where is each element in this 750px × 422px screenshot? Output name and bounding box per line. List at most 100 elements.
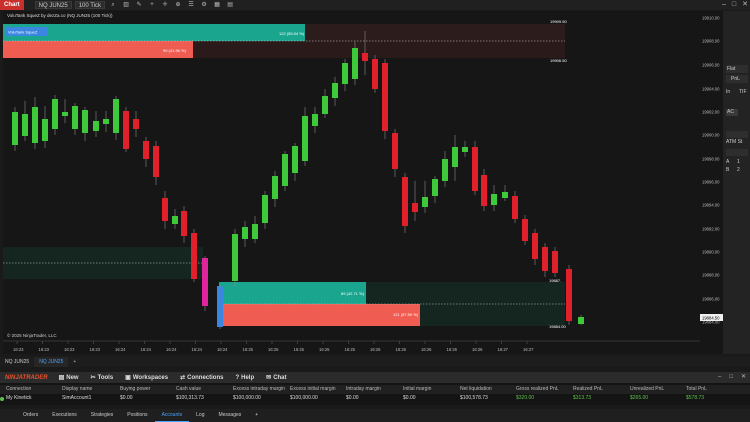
col-net-liquidation[interactable]: Net liquidation [460, 385, 492, 394]
plus-icon[interactable]: + [147, 1, 157, 9]
candle [262, 191, 268, 229]
col-initial-margin[interactable]: Initial margin [403, 385, 431, 394]
accounts-header-row: Connection Display name Buying power Cas… [0, 385, 750, 394]
interval-selector[interactable]: 100 Tick [74, 1, 106, 9]
tab-nq-jun25-1[interactable]: NQ JUN25 [0, 357, 34, 367]
candle-body [217, 287, 223, 327]
crosshair-icon[interactable]: ✛ [160, 1, 170, 9]
tab-log[interactable]: Log [189, 409, 211, 422]
quantity-field[interactable] [726, 131, 748, 138]
gear-icon[interactable]: ⚙ [199, 1, 209, 9]
menu-chat[interactable]: ✉ Chat [260, 374, 292, 382]
candle-body [452, 147, 458, 167]
flat-button[interactable]: Flat [726, 65, 748, 73]
candle [172, 209, 178, 229]
col-unrealized-pnl[interactable]: Unrealized PnL [630, 385, 664, 394]
candle [332, 77, 338, 106]
pencil-icon[interactable]: ✎ [134, 1, 144, 9]
tab-positions[interactable]: Positions [120, 409, 154, 422]
menu-new[interactable]: ▤ New [53, 374, 85, 382]
ninjatrader-logo: NINJATRADER [5, 374, 48, 381]
candle [578, 315, 584, 325]
col-realized-pnl[interactable]: Realized PnL [573, 385, 603, 394]
cc-close-icon[interactable]: ✕ [741, 372, 746, 383]
new-icon: ▤ [58, 375, 65, 381]
maximize-icon[interactable]: □ [732, 0, 736, 10]
candle-body [322, 96, 328, 114]
search-icon[interactable]: ⌕ [108, 1, 118, 9]
candle-body [491, 194, 497, 205]
menu-connections[interactable]: ⇄ Connections [174, 374, 229, 382]
tab-nq-jun25-2[interactable]: NQ JUN25 [34, 357, 69, 367]
col-total-pnl[interactable]: Total PnL [686, 385, 707, 394]
cc-minimize-icon[interactable]: – [718, 372, 721, 383]
x-tick-label: 16:24 [217, 347, 228, 352]
close-icon[interactable]: ✕ [742, 0, 748, 10]
candle-body [62, 112, 68, 116]
candle [512, 191, 518, 223]
tab-accounts[interactable]: Accounts [154, 409, 190, 422]
candle-body [472, 147, 478, 191]
candle [412, 181, 418, 221]
price-chart[interactable]: VoluTank SqueZ 122 (55.54 %) 99 (41.96 %… [3, 11, 723, 354]
menu-help[interactable]: ? Help [229, 375, 260, 381]
menu-workspaces[interactable]: ▣ Workspaces [119, 374, 174, 382]
candle [432, 176, 438, 203]
chart-window-label[interactable]: Chart [0, 0, 24, 10]
top-zone-bull-bar [3, 24, 305, 41]
menu-tools[interactable]: ✂ Tools [85, 374, 120, 382]
cell-excess-intraday-margin: $100,000.00 [233, 395, 261, 401]
candle [82, 107, 88, 141]
bars-icon[interactable]: ▥ [121, 1, 131, 9]
candle [232, 229, 238, 287]
candle [72, 103, 78, 135]
instrument-selector[interactable]: NQ JUN25 [34, 1, 72, 9]
y-tick-label: 19908.00 [702, 39, 720, 44]
col-connection[interactable]: Connection [6, 385, 31, 394]
tab-executions[interactable]: Executions [45, 409, 83, 422]
y-tick-label: 19910.00 [702, 16, 720, 21]
tab-strategies[interactable]: Strategies [84, 409, 121, 422]
account-row[interactable]: My Kinetick SimAccount1 $0.00 $100,313.7… [0, 394, 750, 403]
cell-buying-power: $0.00 [120, 395, 133, 401]
y-tick-label: 19888.00 [702, 273, 720, 278]
properties-icon[interactable]: ▤ [225, 1, 235, 9]
control-center-menubar: NINJATRADER ▤ New ✂ Tools ▣ Workspaces ⇄ Con… [0, 372, 750, 383]
y-tick-label: 19900.00 [702, 133, 720, 138]
grid-icon[interactable]: ▦ [212, 1, 222, 9]
cc-maximize-icon[interactable]: □ [729, 372, 733, 383]
col-cash-value[interactable]: Cash value [176, 385, 201, 394]
candle-body [232, 234, 238, 281]
candle [282, 151, 288, 191]
candle [22, 101, 28, 141]
list-icon[interactable]: ☰ [186, 1, 196, 9]
atm-strategy-selector[interactable] [726, 149, 748, 156]
tab-messages[interactable]: Messages [211, 409, 248, 422]
minimize-icon[interactable]: – [722, 0, 726, 10]
col-excess-intraday-margin[interactable]: Excess intraday margin [233, 385, 285, 394]
candle [202, 256, 208, 311]
x-tick-label: 16:26 [370, 347, 381, 352]
cell-cash-value: $100,313.73 [176, 395, 204, 401]
col-intraday-margin[interactable]: Intraday margin [346, 385, 381, 394]
add-tab-button[interactable]: + [68, 357, 81, 367]
zone-top-bear-text: 99 (41.96 %) [163, 48, 187, 53]
x-tick-label: 16:24 [115, 347, 126, 352]
menu-chat-label: Chat [273, 374, 287, 381]
candle [123, 107, 129, 152]
candle-body [332, 83, 338, 98]
account-selector[interactable]: AC [726, 109, 738, 116]
col-display-name[interactable]: Display name [62, 385, 92, 394]
col-gross-realized-pnl[interactable]: Gross realized PnL [516, 385, 559, 394]
help-icon: ? [235, 374, 240, 381]
tab-orders[interactable]: Orders [16, 409, 45, 422]
accounts-grid: Connection Display name Buying power Cas… [0, 383, 750, 405]
zone-bot-price-b: 19884.00 [549, 324, 566, 329]
zoom-icon[interactable]: ⊕ [173, 1, 183, 9]
add-tab-button-cc[interactable]: + [248, 409, 265, 422]
col-excess-initial-margin[interactable]: Excess initial margin [290, 385, 336, 394]
menu-new-label: New [66, 374, 79, 381]
chat-icon: ✉ [266, 375, 272, 381]
y-tick-label: 19896.00 [702, 180, 720, 185]
col-buying-power[interactable]: Buying power [120, 385, 150, 394]
